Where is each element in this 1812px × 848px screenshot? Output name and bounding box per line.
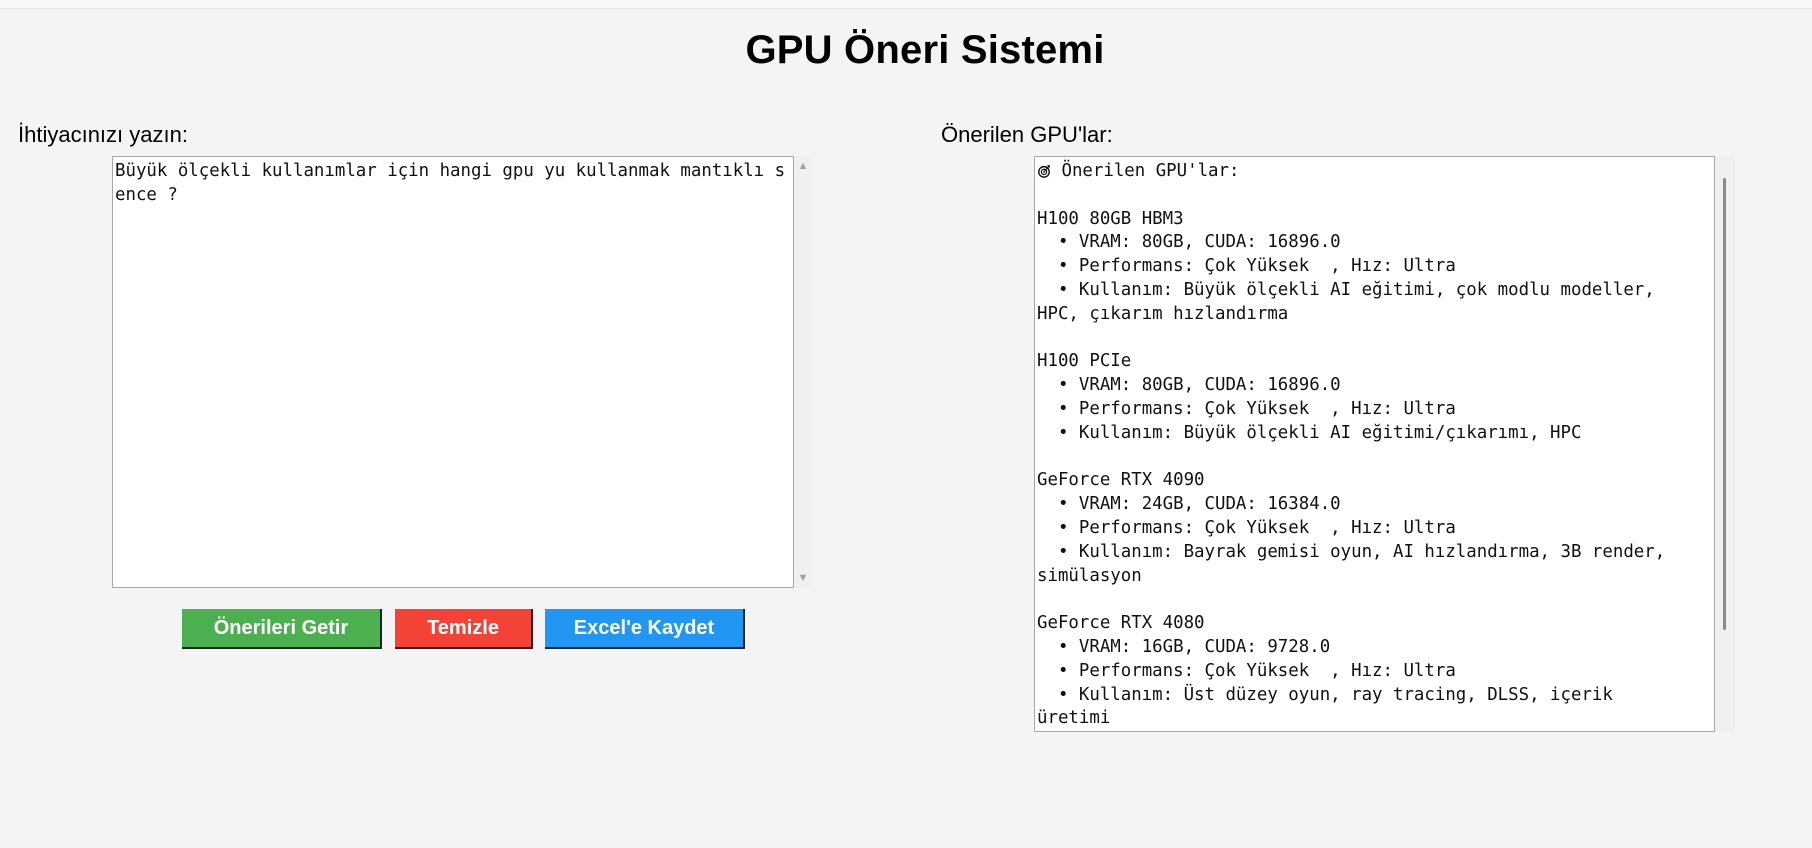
output-line-text: • VRAM: 24GB, CUDA: 16384.0 bbox=[1037, 494, 1341, 515]
output-line: • Performans: Çok Yüksek , Hız: Ultra bbox=[1037, 255, 1712, 279]
input-scrollbar[interactable]: ▲ ▼ bbox=[794, 156, 812, 588]
scroll-up-arrow-icon[interactable]: ▲ bbox=[794, 160, 812, 172]
output-line-text: simülasyon bbox=[1037, 565, 1142, 586]
output-line-text: HPC, çıkarım hızlandırma bbox=[1037, 303, 1289, 324]
get-recommendations-button[interactable]: Önerileri Getir bbox=[182, 609, 382, 649]
output-scrollbar[interactable] bbox=[1715, 156, 1735, 732]
page-title: GPU Öneri Sistemi bbox=[745, 28, 1105, 72]
output-line-text: H100 80GB HBM3 bbox=[1037, 208, 1184, 229]
output-line-text: GeForce RTX 4090 bbox=[1037, 470, 1205, 491]
output-line-text: • Kullanım: Büyük ölçekli AI eğitimi/çık… bbox=[1037, 422, 1582, 443]
output-line: H100 PCIe bbox=[1037, 350, 1712, 374]
output-line-text: üretimi bbox=[1037, 708, 1111, 729]
need-input-textarea[interactable]: Büyük ölçekli kullanımlar için hangi gpu… bbox=[112, 156, 794, 588]
output-line: • Performans: Çok Yüksek , Hız: Ultra bbox=[1037, 660, 1712, 684]
output-line: • Performans: Çok Yüksek , Hız: Ultra bbox=[1037, 398, 1712, 422]
output-line: HPC, çıkarım hızlandırma bbox=[1037, 303, 1712, 327]
output-line-text: • Performans: Çok Yüksek , Hız: Ultra bbox=[1037, 256, 1456, 277]
output-line: • Kullanım: Bayrak gemisi oyun, AI hızla… bbox=[1037, 541, 1712, 565]
clear-button[interactable]: Temizle bbox=[395, 609, 533, 649]
output-line: H100 80GB HBM3 bbox=[1037, 208, 1712, 232]
output-line: üretimi bbox=[1037, 707, 1712, 731]
output-line-text: • VRAM: 80GB, CUDA: 16896.0 bbox=[1037, 375, 1341, 396]
scroll-down-arrow-icon[interactable]: ▼ bbox=[794, 572, 812, 584]
output-line-text: GeForce RTX 4080 bbox=[1037, 613, 1205, 634]
output-label: Önerilen GPU'lar: bbox=[941, 122, 1113, 147]
output-line-text: • Kullanım: Bayrak gemisi oyun, AI hızla… bbox=[1037, 541, 1666, 562]
output-line: GeForce RTX 4080 bbox=[1037, 612, 1712, 636]
output-line-text: • Performans: Çok Yüksek , Hız: Ultra bbox=[1037, 398, 1456, 419]
target-icon bbox=[1037, 162, 1051, 178]
output-line-text: • Kullanım: Büyük ölçekli AI eğitimi, ço… bbox=[1037, 279, 1655, 300]
recommendations-output[interactable]: Önerilen GPU'lar: H100 80GB HBM3 • VRAM: … bbox=[1034, 156, 1715, 732]
output-line: simülasyon bbox=[1037, 565, 1712, 589]
output-line-text: • VRAM: 16GB, CUDA: 9728.0 bbox=[1037, 636, 1331, 657]
output-line-text: • Performans: Çok Yüksek , Hız: Ultra bbox=[1037, 517, 1456, 538]
output-line: • VRAM: 24GB, CUDA: 16384.0 bbox=[1037, 493, 1712, 517]
output-scrollbar-thumb[interactable] bbox=[1723, 178, 1726, 630]
input-label: İhtiyacınızı yazın: bbox=[18, 122, 188, 147]
window-top-border bbox=[0, 0, 1812, 9]
output-line-text: • Kullanım: Üst düzey oyun, ray tracing,… bbox=[1037, 684, 1613, 705]
output-line-text: H100 PCIe bbox=[1037, 351, 1132, 372]
output-line: GeForce RTX 4090 bbox=[1037, 469, 1712, 493]
output-line: • Kullanım: Büyük ölçekli AI eğitimi, ço… bbox=[1037, 279, 1712, 303]
output-line: • VRAM: 80GB, CUDA: 16896.0 bbox=[1037, 374, 1712, 398]
output-line: Önerilen GPU'lar: bbox=[1037, 160, 1712, 184]
output-line-text: Önerilen GPU'lar: bbox=[1051, 161, 1240, 181]
output-line: • VRAM: 16GB, CUDA: 9728.0 bbox=[1037, 636, 1712, 660]
output-line-text: • VRAM: 80GB, CUDA: 16896.0 bbox=[1037, 232, 1341, 253]
save-excel-button[interactable]: Excel'e Kaydet bbox=[545, 609, 745, 649]
output-line: • Performans: Çok Yüksek , Hız: Ultra bbox=[1037, 517, 1712, 541]
output-line-text: • Performans: Çok Yüksek , Hız: Ultra bbox=[1037, 660, 1456, 681]
output-line: • Kullanım: Büyük ölçekli AI eğitimi/çık… bbox=[1037, 422, 1712, 446]
output-line: • VRAM: 80GB, CUDA: 16896.0 bbox=[1037, 231, 1712, 255]
output-line: • Kullanım: Üst düzey oyun, ray tracing,… bbox=[1037, 684, 1712, 708]
